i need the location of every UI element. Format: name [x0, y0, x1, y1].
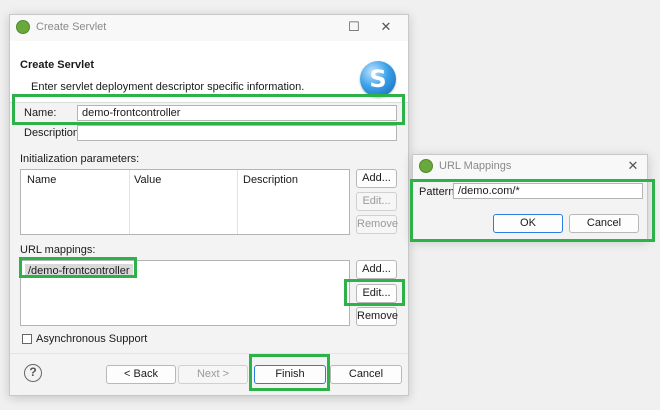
pattern-input[interactable]: /demo.com/*: [453, 183, 643, 199]
url-add-button[interactable]: Add...: [356, 260, 397, 279]
eclipse-app-icon: [16, 20, 30, 34]
footer-divider: [10, 353, 408, 354]
cancel-button[interactable]: Cancel: [330, 365, 402, 384]
description-input[interactable]: [77, 125, 397, 141]
url-edit-button[interactable]: Edit...: [356, 284, 397, 303]
eclipse-app-icon: [419, 159, 433, 173]
url-dialog-title-bar: URL Mappings ✕: [413, 155, 647, 179]
init-params-table[interactable]: Name Value Description: [20, 169, 350, 235]
page-title: Create Servlet: [20, 59, 94, 71]
url-dialog-close-button[interactable]: ✕: [623, 157, 643, 175]
url-mapping-item[interactable]: /demo-frontcontroller: [25, 264, 133, 278]
column-divider: [237, 170, 238, 234]
pattern-label: Pattern:: [419, 186, 458, 198]
url-dialog-title: URL Mappings: [439, 160, 512, 172]
description-label: Description:: [24, 127, 83, 139]
url-mappings-dialog: URL Mappings ✕ Pattern: /demo.com/* OK C…: [412, 154, 648, 240]
next-button[interactable]: Next >: [178, 365, 248, 384]
servlet-logo-icon: S: [360, 61, 396, 97]
async-checkbox[interactable]: [22, 334, 32, 344]
page-description: Enter servlet deployment descriptor spec…: [31, 81, 305, 93]
init-params-label: Initialization parameters:: [20, 153, 140, 165]
column-header-name[interactable]: Name: [27, 174, 56, 186]
create-servlet-dialog: Create Servlet ☐ ✕ Create Servlet Enter …: [9, 14, 409, 396]
column-header-value[interactable]: Value: [134, 174, 161, 186]
logo-letter: S: [369, 65, 387, 93]
init-remove-button[interactable]: Remove: [356, 215, 398, 234]
back-button[interactable]: < Back: [106, 365, 176, 384]
url-mappings-list[interactable]: /demo-frontcontroller: [20, 260, 350, 326]
wizard-header: Create Servlet Enter servlet deployment …: [10, 41, 408, 103]
title-bar: Create Servlet ☐ ✕: [10, 15, 408, 41]
ok-button[interactable]: OK: [493, 214, 563, 233]
url-cancel-button[interactable]: Cancel: [569, 214, 639, 233]
help-icon[interactable]: ?: [24, 364, 42, 382]
maximize-button[interactable]: ☐: [344, 18, 364, 36]
column-divider: [129, 170, 130, 234]
init-add-button[interactable]: Add...: [356, 169, 397, 188]
finish-button[interactable]: Finish: [254, 365, 326, 384]
url-mappings-label: URL mappings:: [20, 244, 96, 256]
async-label[interactable]: Asynchronous Support: [36, 333, 147, 345]
name-input[interactable]: demo-frontcontroller: [77, 105, 397, 121]
name-label: Name:: [24, 107, 57, 119]
init-edit-button[interactable]: Edit...: [356, 192, 397, 211]
url-remove-button[interactable]: Remove: [356, 307, 398, 326]
column-header-description[interactable]: Description: [243, 174, 298, 186]
close-button[interactable]: ✕: [376, 18, 396, 36]
window-title: Create Servlet: [36, 21, 107, 33]
